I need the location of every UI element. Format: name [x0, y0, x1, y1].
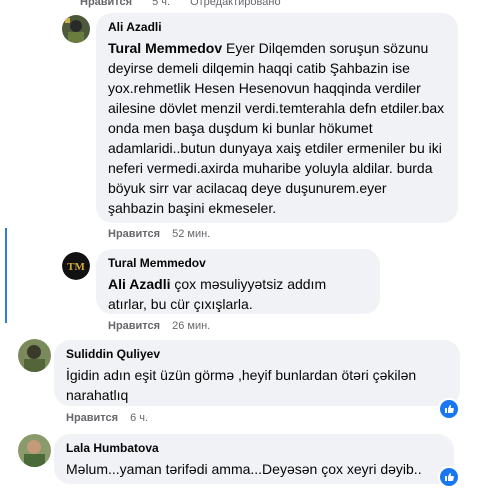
like-button[interactable]: Нравится: [108, 228, 160, 241]
comment-text: İgidin adın eşit üzün görmə ,heyif bunla…: [66, 367, 417, 403]
reply-thread-line: [5, 228, 7, 323]
comment-actions: Нравится 52 мин.: [108, 228, 210, 241]
like-reaction-icon[interactable]: [438, 398, 460, 420]
edited-label: Отредактировано: [190, 0, 281, 8]
timestamp[interactable]: 6 ч.: [130, 412, 148, 425]
avatar[interactable]: TM: [62, 252, 90, 280]
comment-text: Məlum...yaman tərifədi amma...Deyəsən ço…: [66, 461, 422, 477]
mention-link[interactable]: Ali Azadli: [108, 276, 171, 292]
comment-bubble: Lala Humbatova Məlum...yaman tərifədi am…: [54, 434, 454, 484]
comment-text: Ali Azadli çox məsuliyyətsiz addım atırl…: [108, 276, 327, 312]
comment-actions: Нравится 6 ч.: [66, 412, 148, 425]
mention-link[interactable]: Tural Memmedov: [108, 40, 222, 56]
avatar[interactable]: [62, 15, 90, 43]
timestamp[interactable]: 5 ч.: [152, 0, 170, 9]
comment-bubble: Suliddin Quliyev İgidin adın eşit üzün g…: [54, 340, 460, 406]
svg-text:TM: TM: [67, 261, 85, 273]
comment-actions: Нравится 26 мин.: [108, 320, 210, 333]
comment-author[interactable]: Lala Humbatova: [66, 441, 442, 456]
like-button[interactable]: Нравится: [66, 412, 118, 425]
timestamp[interactable]: 52 мин.: [172, 228, 210, 241]
avatar[interactable]: [18, 434, 51, 467]
comment-author[interactable]: Ali Azadli: [108, 20, 446, 35]
like-button[interactable]: Нравится: [108, 320, 160, 333]
comment-author[interactable]: Tural Memmedov: [108, 256, 368, 271]
avatar[interactable]: [18, 339, 51, 372]
comment-bubble: Ali Azadli Tural Memmedov Eyer Dilqemden…: [96, 13, 458, 223]
previous-comment-actions: Нравится 5 ч. Отредактировано: [80, 0, 281, 9]
like-button[interactable]: Нравится: [80, 0, 132, 9]
comment-author[interactable]: Suliddin Quliyev: [66, 347, 448, 362]
comment-bubble: Tural Memmedov Ali Azadli çox məsuliyyət…: [96, 249, 380, 314]
like-reaction-icon[interactable]: [438, 466, 460, 488]
comment-text: Tural Memmedov Eyer Dilqemden soruşun sö…: [108, 40, 445, 216]
timestamp[interactable]: 26 мин.: [172, 320, 210, 333]
